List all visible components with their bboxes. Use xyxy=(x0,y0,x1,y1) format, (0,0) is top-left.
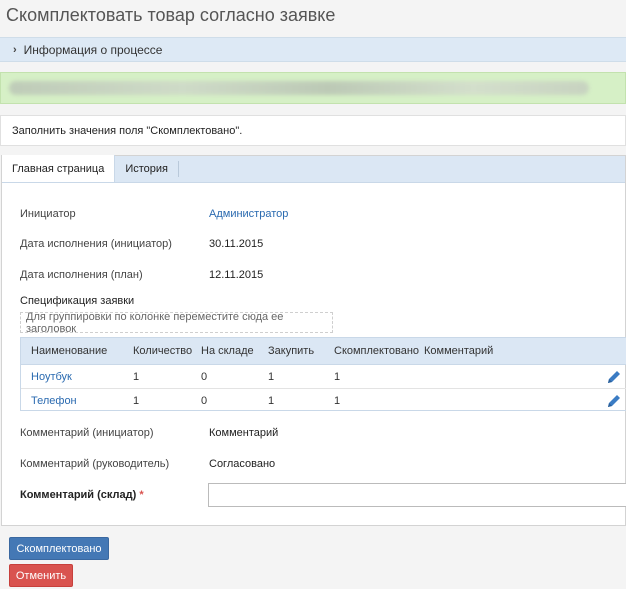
spec-title: Спецификация заявки xyxy=(20,295,135,307)
chevron-right-icon: › xyxy=(13,43,17,56)
group-drop-zone[interactable]: Для группировки по колонке переместите с… xyxy=(20,310,333,335)
process-info-toggle[interactable]: › Информация о процессе xyxy=(0,37,626,62)
spec-grid: Наименование Количество На складе Закупи… xyxy=(20,337,626,411)
column-header-qty[interactable]: Количество xyxy=(133,338,192,364)
item-qty: 1 xyxy=(133,395,140,407)
pencil-icon[interactable] xyxy=(606,393,622,409)
complete-button[interactable]: Скомплектовано xyxy=(9,537,109,560)
cancel-button-label: Отменить xyxy=(15,569,67,582)
item-name-link[interactable]: Ноутбук xyxy=(31,365,72,388)
complete-button-label: Скомплектовано xyxy=(16,542,102,555)
cancel-button[interactable]: Отменить xyxy=(9,564,73,587)
redacted-banner xyxy=(0,72,626,104)
column-header-name[interactable]: Наименование xyxy=(31,338,107,364)
group-hint: Для группировки по колонке переместите с… xyxy=(26,310,284,335)
column-header-buy[interactable]: Закупить xyxy=(268,338,314,364)
comment-initiator-label: Комментарий (инициатор) xyxy=(20,427,154,439)
tab-bar: Главная страница История xyxy=(2,155,625,183)
column-header-done[interactable]: Скомплектовано xyxy=(334,338,419,364)
redacted-content xyxy=(9,81,589,95)
comment-warehouse-input[interactable] xyxy=(208,483,626,507)
comment-warehouse-label: Комментарий (склад) * xyxy=(20,489,144,501)
tab-main-page-label: Главная страница xyxy=(12,162,105,175)
notice-text: Заполнить значения поля "Скомплектовано"… xyxy=(12,124,243,137)
initiator-label: Инициатор xyxy=(20,208,76,220)
comment-manager-value: Согласовано xyxy=(209,458,276,470)
column-header-comment[interactable]: Комментарий xyxy=(424,338,493,364)
page-title: Скомплектовать товар согласно заявке xyxy=(6,5,336,25)
grid-header: Наименование Количество На складе Закупи… xyxy=(21,338,626,365)
column-header-stock[interactable]: На складе xyxy=(201,338,254,364)
item-stock: 0 xyxy=(201,395,208,407)
item-name-link[interactable]: Телефон xyxy=(31,389,77,413)
tab-history-label: История xyxy=(125,163,169,175)
initiator-link[interactable]: Администратор xyxy=(209,208,288,220)
pencil-icon[interactable] xyxy=(606,369,622,385)
item-stock: 0 xyxy=(201,370,208,383)
notice-message: Заполнить значения поля "Скомплектовано"… xyxy=(0,115,626,146)
item-done: 1 xyxy=(334,395,341,407)
item-qty: 1 xyxy=(133,370,140,383)
item-buy: 1 xyxy=(268,395,275,407)
table-row: Ноутбук 1 0 1 1 xyxy=(21,365,626,389)
comment-initiator-value: Комментарий xyxy=(209,427,279,439)
comment-warehouse-label-text: Комментарий (склад) xyxy=(20,489,137,501)
tab-main-page[interactable]: Главная страница xyxy=(2,155,116,182)
required-mark: * xyxy=(139,489,144,501)
process-info-label: Информация о процессе xyxy=(23,42,163,57)
due-initiator-label: Дата исполнения (инициатор) xyxy=(20,238,172,250)
due-plan-label: Дата исполнения (план) xyxy=(20,269,143,281)
item-buy: 1 xyxy=(268,370,275,383)
comment-manager-label: Комментарий (руководитель) xyxy=(20,458,170,470)
due-initiator-value: 30.11.2015 xyxy=(209,238,264,250)
table-row: Телефон 1 0 1 1 xyxy=(21,389,626,413)
tab-history[interactable]: История xyxy=(115,161,180,177)
due-plan-value: 12.11.2015 xyxy=(209,269,264,281)
task-panel: Главная страница История Инициатор Админ… xyxy=(1,155,626,526)
item-done: 1 xyxy=(334,370,341,383)
